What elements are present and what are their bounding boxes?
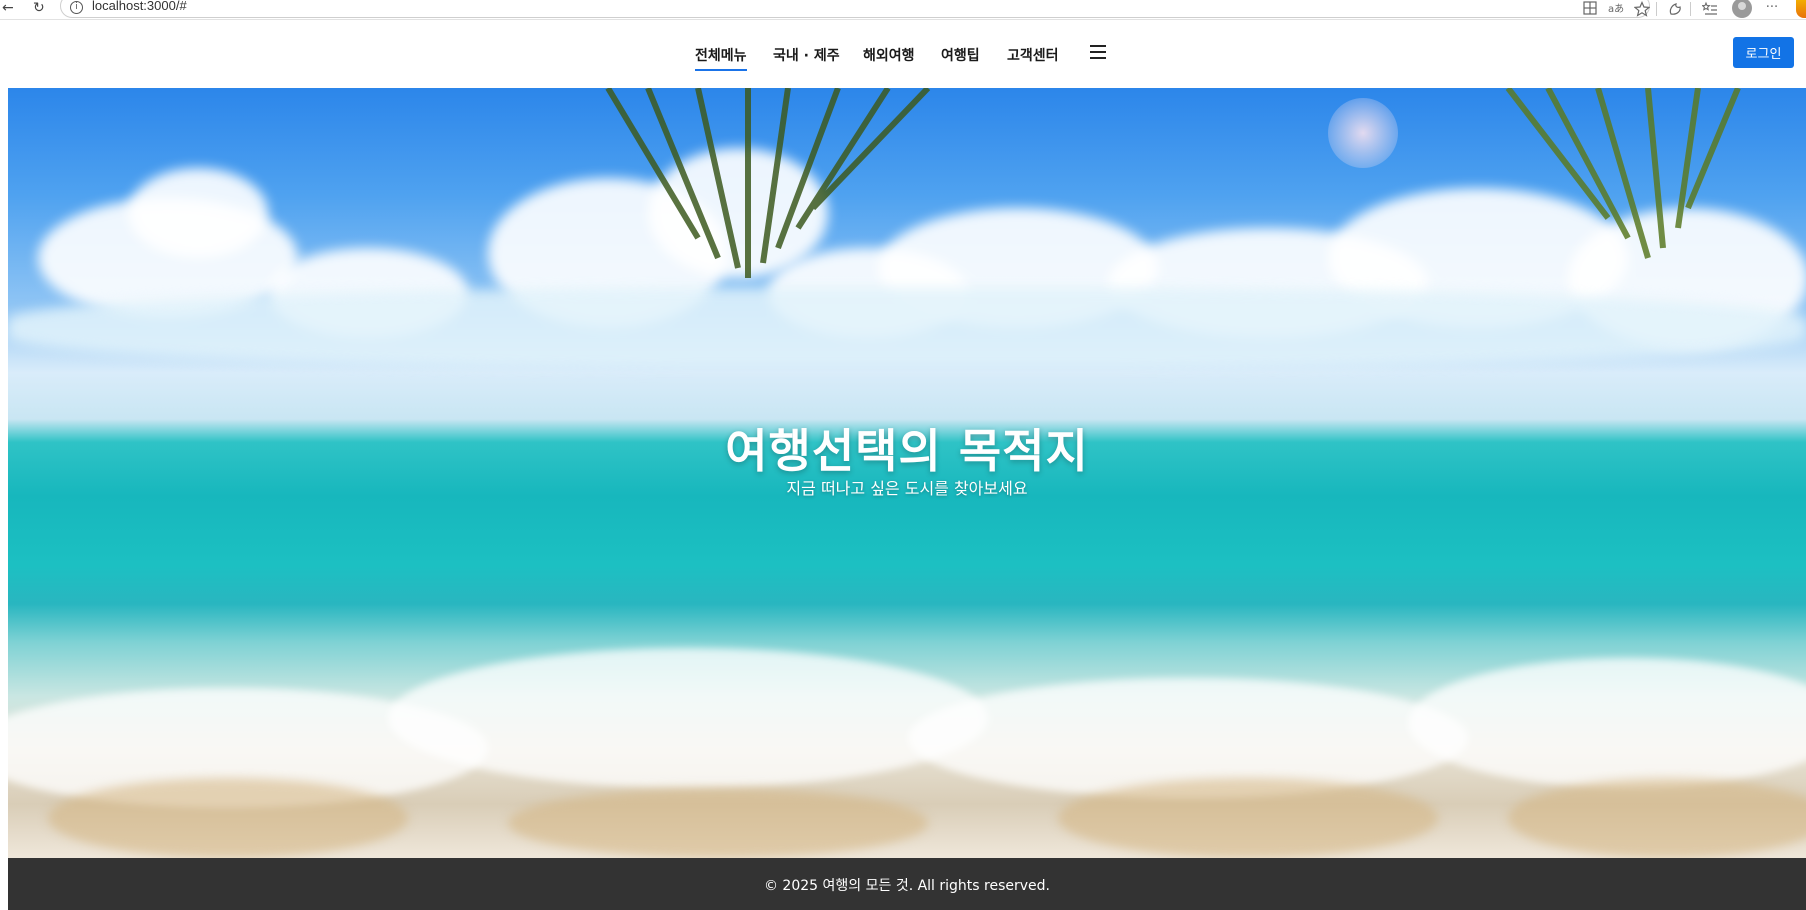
profile-avatar-icon[interactable] [1732, 0, 1752, 18]
url-text[interactable]: localhost:3000/# [92, 0, 187, 13]
site-info-icon[interactable]: i [70, 1, 83, 14]
site-header: 전체메뉴 국내 · 제주 해외여행 여행팁 고객센터 로그인 [0, 20, 1806, 88]
browser-actions: aあ ··· [1576, 0, 1806, 20]
reload-icon[interactable]: ↻ [33, 0, 45, 20]
nav-item-travel-tips[interactable]: 여행팁 [941, 45, 980, 65]
palm-leaves-right [1505, 88, 1741, 259]
palm-leaves-left [605, 88, 931, 278]
split-screen-icon[interactable] [1582, 1, 1598, 17]
hero-title: 여행선택의 목적지 [725, 423, 1089, 478]
browser-toolbar: ← ↻ i localhost:3000/# aあ ··· [0, 0, 1806, 20]
favorite-star-icon[interactable] [1633, 1, 1651, 17]
hamburger-menu-icon[interactable] [1090, 44, 1108, 60]
nav-item-customer-center[interactable]: 고객센터 [1007, 45, 1059, 65]
read-aloud-icon[interactable]: aあ [1608, 1, 1624, 17]
back-icon[interactable]: ← [2, 0, 14, 20]
nav-item-domestic-jeju[interactable]: 국내 · 제주 [773, 45, 840, 65]
copilot-icon[interactable] [1796, 0, 1806, 18]
site-footer: © 2025 여행의 모든 것. All rights reserved. [8, 858, 1806, 910]
hero-banner: 여행선택의 목적지 지금 떠나고 싶은 도시를 찾아보세요 [8, 88, 1806, 858]
nav-item-all-menu[interactable]: 전체메뉴 [695, 45, 747, 71]
address-bar[interactable]: i localhost:3000/# [60, 0, 1650, 18]
login-button[interactable]: 로그인 [1733, 37, 1794, 68]
nav-item-overseas[interactable]: 해외여행 [863, 45, 915, 65]
footer-copyright: © 2025 여행의 모든 것. All rights reserved. [763, 878, 1050, 894]
extensions-icon[interactable] [1668, 1, 1684, 17]
hero-subtitle: 지금 떠나고 싶은 도시를 찾아보세요 [786, 479, 1028, 498]
more-options-icon[interactable]: ··· [1762, 1, 1782, 17]
main-nav: 전체메뉴 국내 · 제주 해외여행 여행팁 고객센터 [0, 20, 1806, 88]
svg-text:aあ: aあ [1608, 3, 1624, 15]
collections-icon[interactable] [1701, 1, 1718, 17]
